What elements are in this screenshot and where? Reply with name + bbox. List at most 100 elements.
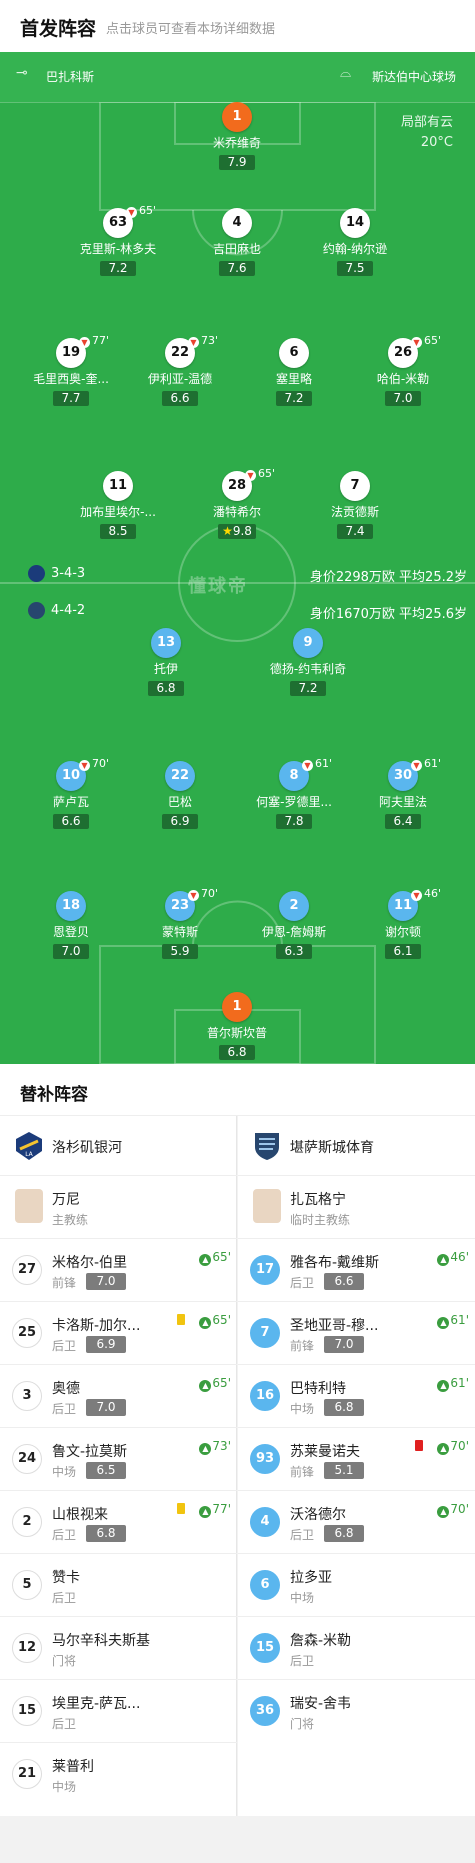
sub-off-icon: ▼ (302, 760, 313, 771)
player-position: 后卫 (290, 1276, 315, 1290)
shirt-number: 25 (12, 1318, 42, 1348)
player-home-keeper[interactable]: 1 米乔维奇 7.9 (172, 102, 302, 170)
sub-off-marker: ▼ 46' (411, 887, 441, 901)
yellow-card-icon (177, 1503, 185, 1514)
sub-off-marker: ▼ 77' (79, 334, 109, 348)
sub-in-icon: ▲ (199, 1380, 212, 1392)
home-coach[interactable]: 万尼 主教练 (0, 1176, 237, 1239)
sub-in-icon: ▲ (437, 1443, 450, 1455)
sub-in-minute: 70' (450, 1439, 469, 1453)
sub-off-icon: ▼ (126, 207, 137, 218)
bench-player[interactable]: 17 雅各布-戴维斯 后卫 6.6 ▲ 46' (238, 1239, 475, 1302)
bench-player[interactable]: 2 山根视来 后卫 6.8 ▲ 77' (0, 1491, 237, 1554)
player-home-def-1[interactable]: 63 ▼ 65' 克里斯-林多夫 7.2 (53, 204, 183, 276)
player-away-def-4[interactable]: 11 ▼ 46' 谢尔顿 6.1 (338, 887, 468, 959)
player-name: 米乔维奇 (212, 136, 261, 150)
sub-off-minute: 65' (258, 467, 276, 480)
sub-off-minute: 65' (424, 334, 442, 347)
bench-player[interactable]: 15 詹森-米勒 后卫 (238, 1617, 475, 1680)
bench-player[interactable]: 6 拉多亚 中场 (238, 1554, 475, 1617)
bench-player[interactable]: 12 马尔辛科夫斯基 门将 (0, 1617, 237, 1680)
player-home-mid-2[interactable]: 22 ▼ 73' 伊利亚-温德 6.6 (115, 334, 245, 406)
bench-player[interactable]: 3 奥德 后卫 7.0 ▲ 65' (0, 1365, 237, 1428)
yellow-card-icon (177, 1314, 185, 1325)
player-home-mid-4[interactable]: 26 ▼ 65' 哈伯-米勒 7.0 (338, 334, 468, 406)
player-rating: 6.9 (86, 1336, 126, 1353)
player-away-mid-4[interactable]: 30 ▼ 61' 阿夫里法 6.4 (338, 757, 468, 829)
player-rating: 5.9 (162, 944, 198, 959)
sub-in-icon: ▲ (437, 1254, 450, 1266)
player-home-fwd-3[interactable]: 7 法贡德斯 7.4 (290, 471, 420, 539)
sub-in-minute: 61' (450, 1313, 469, 1327)
bench-player[interactable]: 27 米格尔-伯里 前锋 7.0 ▲ 65' (0, 1239, 237, 1302)
player-away-def-2[interactable]: 23 ▼ 70' 蒙特斯 5.9 (115, 887, 245, 959)
home-team-row[interactable]: LA 洛杉矶银河 (0, 1116, 237, 1176)
sub-off-marker: ▼ 61' (302, 757, 332, 771)
player-name: 吉田麻也 (212, 242, 261, 256)
player-rating: 6.8 (219, 1045, 255, 1060)
player-home-def-2[interactable]: 4 吉田麻也 7.6 (172, 208, 302, 276)
player-rating: 6.8 (148, 681, 184, 696)
player-position: 后卫 (290, 1654, 315, 1668)
bench-player[interactable]: 7 圣地亚哥-穆... 前锋 7.0 ▲ 61' (238, 1302, 475, 1365)
bench-player[interactable]: 15 埃里克-萨瓦... 后卫 (0, 1680, 237, 1743)
shirt-number: 6 (279, 338, 309, 368)
player-rating: 8.5 (100, 524, 136, 539)
weather-condition: 局部有云 (400, 115, 453, 130)
player-away-fwd-1[interactable]: 13 托伊 6.8 (101, 628, 231, 696)
player-rating: 7.0 (324, 1336, 364, 1353)
player-name: 马尔辛科夫斯基 (52, 1633, 150, 1649)
sub-in-marker: ▲ 70' (437, 1439, 469, 1455)
player-name: 托伊 (153, 662, 178, 676)
bench-player[interactable]: 25 卡洛斯-加尔... 后卫 6.9 ▲ 65' (0, 1302, 237, 1365)
galaxy-logo-icon (28, 565, 45, 582)
sub-off-marker: ▼ 65' (411, 334, 441, 348)
away-coach[interactable]: 扎瓦格宁 临时主教练 (238, 1176, 475, 1239)
shirt-number: 12 (12, 1633, 42, 1663)
player-home-fwd-2[interactable]: 28 ▼ 65' 潘特希尔 ★9.8 (172, 467, 302, 539)
coach-avatar (253, 1189, 281, 1223)
sub-off-marker: ▼ 65' (126, 204, 156, 218)
player-name: 巴松 (167, 795, 192, 809)
stadium-name: 斯达伯中心球场 (372, 70, 457, 84)
shirt-number: 27 (12, 1255, 42, 1285)
bench-player[interactable]: 24 鲁文-拉莫斯 中场 6.5 ▲ 73' (0, 1428, 237, 1491)
sub-in-icon: ▲ (437, 1506, 450, 1518)
sub-in-minute: 61' (450, 1376, 469, 1390)
player-position: 前锋 (290, 1339, 315, 1353)
player-home-fwd-1[interactable]: 11 加布里埃尔-... 8.5 (53, 471, 183, 539)
red-card-icon (415, 1440, 423, 1451)
player-name: 鲁文-拉莫斯 (52, 1444, 128, 1460)
away-team-row[interactable]: 堪萨斯城体育 (238, 1116, 475, 1176)
player-away-mid-2[interactable]: 22 巴松 6.9 (115, 761, 245, 829)
shirt-number: 18 (56, 891, 86, 921)
shirt-number: 16 (250, 1381, 280, 1411)
player-name: 伊利亚-温德 (147, 372, 213, 386)
shirt-number: 7 (340, 471, 370, 501)
bench-player[interactable]: 21 莱普利 中场 (0, 1743, 237, 1806)
sub-in-marker: ▲ 77' (199, 1502, 231, 1518)
player-away-keeper[interactable]: 1 普尔斯坎普 6.8 (172, 992, 302, 1060)
weather: 局部有云 20°C (401, 113, 453, 153)
home-squad-value: 身价2298万欧 平均25.2岁 (309, 570, 467, 585)
page-subtitle: 点击球员可查看本场详细数据 (106, 22, 276, 37)
weather-temp: 20°C (420, 135, 453, 150)
bench-player[interactable]: 5 赞卡 后卫 (0, 1554, 237, 1617)
player-rating: 7.0 (86, 1273, 126, 1290)
bench-player[interactable]: 16 巴特利特 中场 6.8 ▲ 61' (238, 1365, 475, 1428)
player-away-fwd-2[interactable]: 9 德扬-约韦利奇 7.2 (243, 628, 373, 696)
shirt-number: 5 (12, 1570, 42, 1600)
player-home-def-3[interactable]: 14 约翰-纳尔逊 7.5 (290, 208, 420, 276)
shirt-number: 13 (151, 628, 181, 658)
stadium-icon: ⌓ (340, 65, 352, 81)
pitch: ⊸ 巴扎科斯 ⌓ 斯达伯中心球场 局部有云 20°C 懂球帝 3-4-3 身价2… (0, 52, 475, 1064)
shirt-number: 7 (250, 1318, 280, 1348)
bench-player[interactable]: 93 苏莱曼诺夫 前锋 5.1 ▲ 70' (238, 1428, 475, 1491)
player-name: 埃里克-萨瓦... (52, 1696, 141, 1712)
bench-player[interactable]: 36 瑞安-舍韦 门将 (238, 1680, 475, 1743)
player-name: 法贡德斯 (330, 505, 379, 519)
player-position: 后卫 (52, 1402, 77, 1416)
sub-in-icon: ▲ (199, 1506, 212, 1518)
bench-player[interactable]: 4 沃洛德尔 后卫 6.8 ▲ 70' (238, 1491, 475, 1554)
player-rating: 7.0 (86, 1399, 126, 1416)
